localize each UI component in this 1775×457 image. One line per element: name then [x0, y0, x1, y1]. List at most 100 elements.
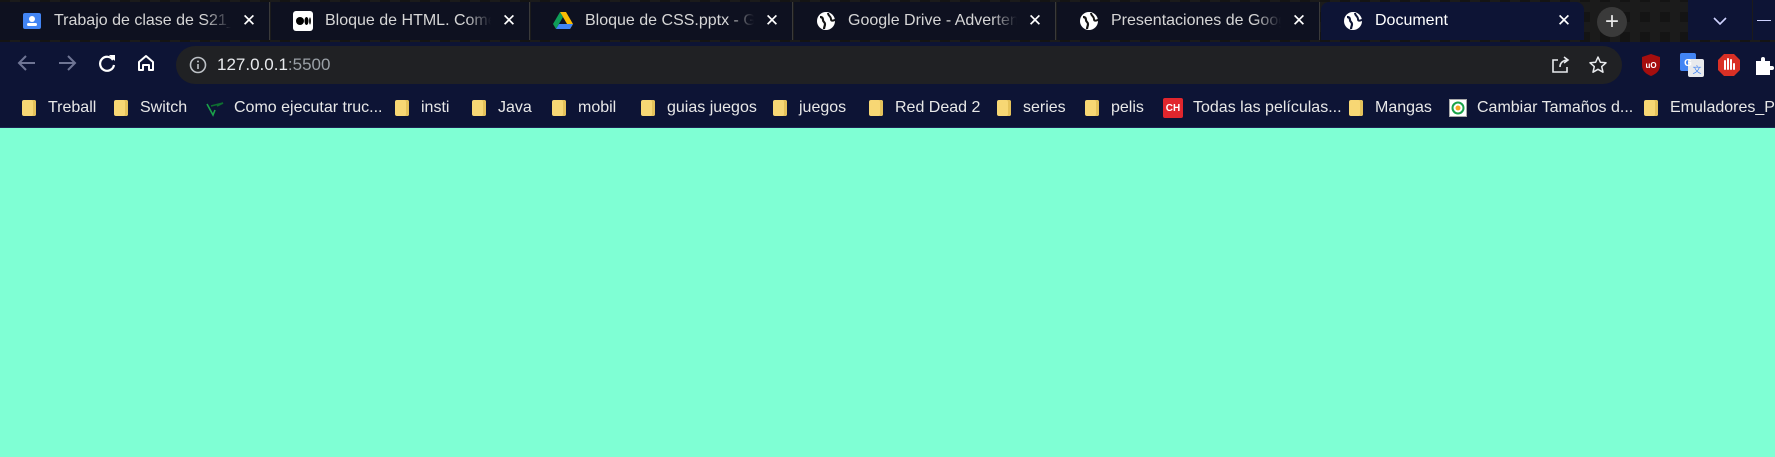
arrow-left-icon [17, 54, 37, 77]
google-drive-icon [553, 11, 573, 31]
medium-icon [293, 11, 313, 31]
folder-icon [1347, 99, 1365, 117]
bookmark-como-ejecutar[interactable]: Como ejecutar truc... [206, 96, 383, 120]
svg-text:G: G [1684, 58, 1692, 69]
folder-icon [1642, 99, 1660, 117]
globe-icon [816, 11, 836, 31]
bookmark-emuladores-psv[interactable]: Emuladores_Psv [1642, 96, 1775, 120]
minimize-button[interactable] [1753, 0, 1775, 40]
bookmark-cambiar-tamanos[interactable]: Cambiar Tamaños d... [1449, 96, 1633, 120]
google-classroom-icon [22, 11, 42, 31]
tab-title: Presentaciones de Google [1111, 12, 1281, 29]
close-tab-icon[interactable]: ✕ [1025, 11, 1045, 31]
page-content-area [0, 128, 1775, 457]
info-icon[interactable] [188, 55, 208, 75]
bookmark-label: series [1023, 99, 1066, 116]
minimize-icon [1757, 19, 1771, 21]
ublock-origin-icon[interactable]: uO [1638, 52, 1664, 78]
arrow-right-icon [57, 54, 77, 77]
close-tab-icon[interactable]: ✕ [239, 11, 259, 31]
bookmark-label: Mangas [1375, 99, 1432, 116]
bookmark-red-dead-2[interactable]: Red Dead 2 [867, 96, 980, 120]
bookmarks-bar: Treball Switch Como ejecutar truc... ins… [0, 88, 1775, 128]
tab-title: Bloque de HTML. Comenzar [325, 12, 491, 29]
tab-document-active[interactable]: Document ✕ [1321, 2, 1584, 40]
bookmark-label: Switch [140, 99, 188, 116]
bookmark-label: Todas las películas... [1193, 99, 1342, 116]
bookmark-switch[interactable]: Switch [112, 96, 187, 120]
svg-text:uO: uO [1645, 61, 1656, 70]
bookmark-label: guias juegos [667, 99, 757, 116]
folder-icon [393, 99, 411, 117]
tab-title: Document [1375, 12, 1448, 29]
bookmark-mangas[interactable]: Mangas [1347, 96, 1432, 120]
tab-search-button[interactable] [1688, 0, 1752, 40]
tab-drive-warning[interactable]: Google Drive - Advertencia ✕ [794, 2, 1056, 40]
folder-icon [1083, 99, 1101, 117]
globe-icon [1079, 11, 1099, 31]
tab-classroom[interactable]: Trabajo de clase de S21_BCN ✕ [0, 2, 270, 40]
address-bar[interactable]: 127.0.0.1:5500 [176, 46, 1622, 84]
bookmark-label: Emuladores_Psv [1670, 99, 1775, 116]
tab-drive-css[interactable]: Bloque de CSS.pptx - Google ✕ [531, 2, 793, 40]
folder-icon [112, 99, 130, 117]
home-icon [136, 53, 156, 78]
globe-icon [1343, 11, 1363, 31]
bookmark-label: pelis [1111, 99, 1144, 116]
ch-icon: CH [1163, 98, 1183, 118]
bookmark-mobil[interactable]: mobil [550, 96, 616, 120]
svg-text:文: 文 [1692, 64, 1701, 75]
resize-site-icon [1449, 99, 1467, 117]
adblock-hand-icon[interactable] [1716, 52, 1742, 78]
bookmark-label: Java [498, 99, 532, 116]
back-button[interactable] [12, 50, 42, 80]
close-tab-icon[interactable]: ✕ [1289, 11, 1309, 31]
bookmark-label: Red Dead 2 [895, 99, 981, 116]
bookmark-java[interactable]: Java [470, 96, 532, 120]
tab-title: Trabajo de clase de S21_BCN [54, 12, 231, 29]
tab-medium[interactable]: Bloque de HTML. Comenzar ✕ [271, 2, 530, 40]
forward-button[interactable] [52, 50, 82, 80]
folder-icon [550, 99, 568, 117]
share-icon[interactable] [1548, 53, 1572, 77]
folder-icon [470, 99, 488, 117]
green-check-icon [206, 99, 224, 117]
bookmark-star-icon[interactable] [1586, 53, 1610, 77]
tab-presentaciones[interactable]: Presentaciones de Google ✕ [1057, 2, 1320, 40]
tab-strip: Trabajo de clase de S21_BCN ✕ Bloque de … [0, 0, 1775, 42]
folder-icon [20, 99, 38, 117]
new-tab-button[interactable]: + [1597, 7, 1627, 37]
plus-icon: + [1604, 8, 1619, 35]
folder-icon [867, 99, 885, 117]
chevron-down-icon [1713, 12, 1727, 28]
bookmark-label: juegos [799, 99, 847, 116]
url-port: :5500 [287, 55, 331, 74]
close-tab-icon[interactable]: ✕ [499, 11, 519, 31]
bookmark-insti[interactable]: insti [393, 96, 449, 120]
google-translate-icon[interactable]: G文 [1679, 52, 1705, 78]
browser-toolbar: 127.0.0.1:5500 uO G文 [0, 42, 1775, 88]
reload-button[interactable] [92, 50, 122, 80]
tab-title: Bloque de CSS.pptx - Google [585, 12, 754, 29]
bookmark-label: insti [421, 99, 450, 116]
bookmark-pelis[interactable]: pelis [1083, 96, 1144, 120]
bookmark-todas-las-peliculas[interactable]: CH Todas las películas... [1163, 96, 1342, 120]
bookmark-label: Como ejecutar truc... [234, 99, 383, 116]
bookmark-guias-juegos[interactable]: guias juegos [639, 96, 757, 120]
bookmark-label: mobil [578, 99, 617, 116]
folder-icon [771, 99, 789, 117]
home-button[interactable] [131, 50, 161, 80]
bookmark-label: Treball [48, 99, 97, 116]
bookmark-juegos[interactable]: juegos [771, 96, 846, 120]
close-tab-icon[interactable]: ✕ [762, 11, 782, 31]
bookmark-series[interactable]: series [995, 96, 1066, 120]
folder-icon [639, 99, 657, 117]
extensions-puzzle-icon[interactable] [1752, 52, 1775, 78]
reload-icon [97, 53, 117, 78]
bookmark-treball[interactable]: Treball [20, 96, 96, 120]
url-text[interactable]: 127.0.0.1:5500 [217, 55, 330, 75]
bookmark-label: Cambiar Tamaños d... [1477, 99, 1634, 116]
close-tab-icon[interactable]: ✕ [1554, 11, 1574, 31]
tab-title: Google Drive - Advertencia [848, 12, 1017, 29]
url-host: 127.0.0.1 [217, 55, 288, 74]
